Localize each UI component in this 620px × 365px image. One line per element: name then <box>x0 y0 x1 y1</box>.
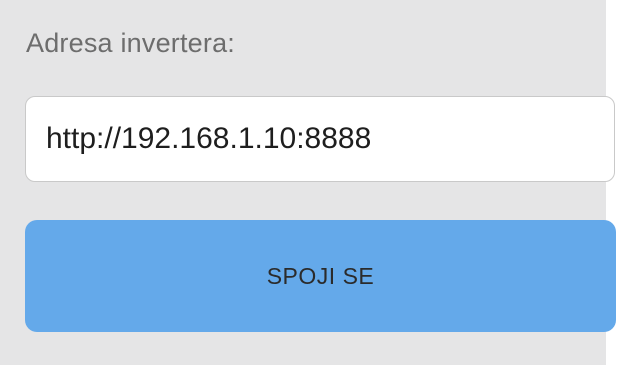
address-label: Adresa invertera: <box>26 28 235 58</box>
address-input[interactable] <box>25 96 615 182</box>
connect-button[interactable]: SPOJI SE <box>25 220 616 332</box>
connection-panel: Adresa invertera: SPOJI SE <box>0 0 616 365</box>
